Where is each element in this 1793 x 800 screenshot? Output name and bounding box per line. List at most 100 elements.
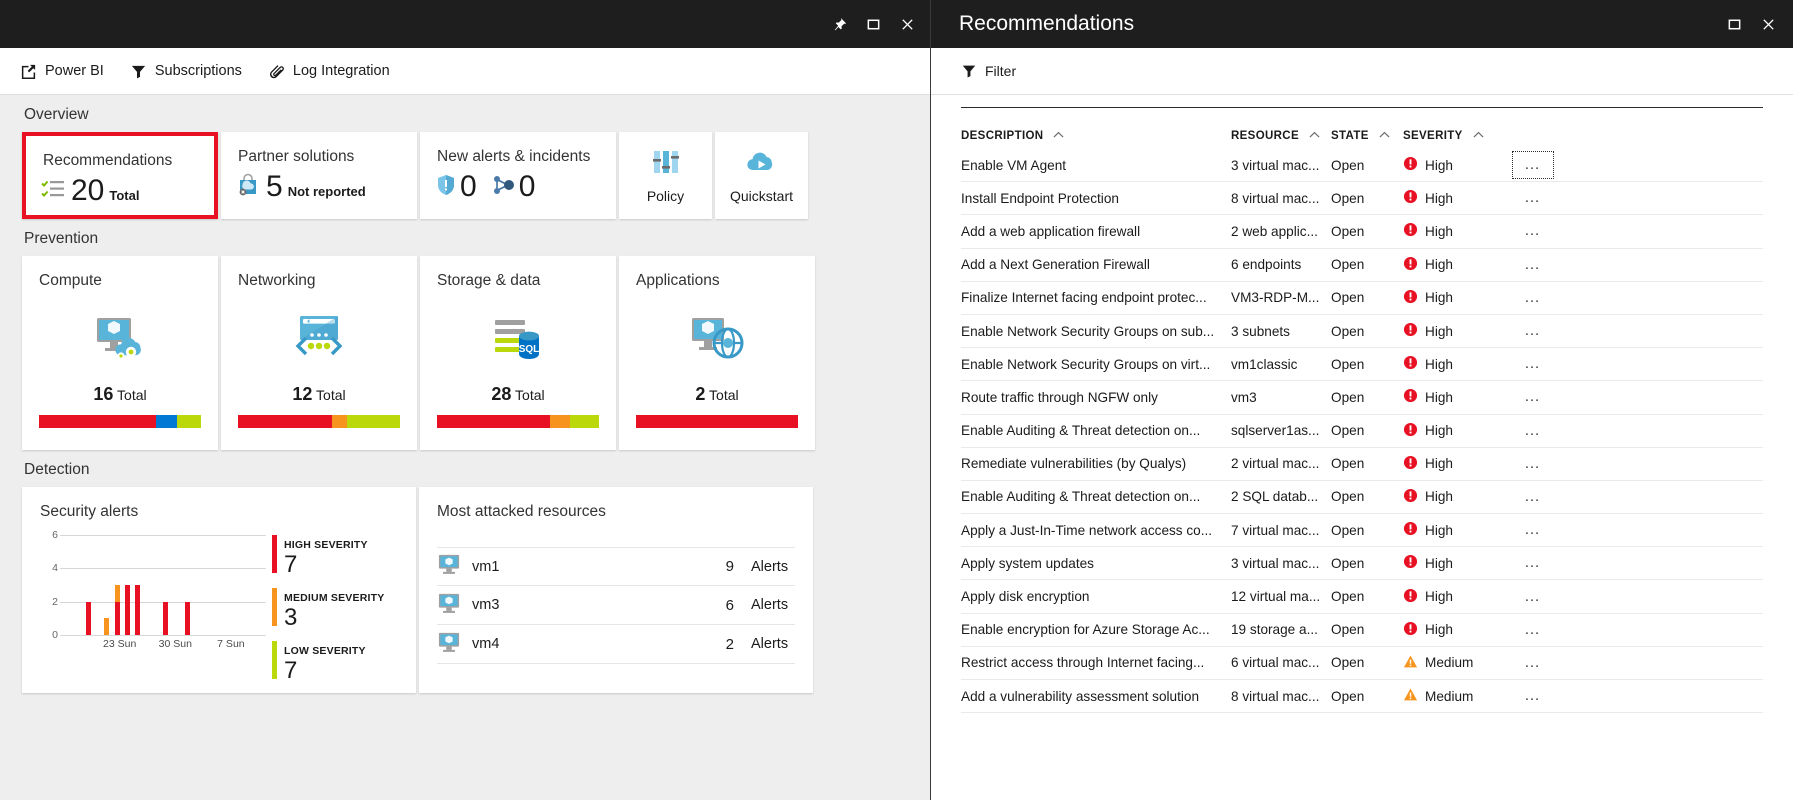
cell-state: Open xyxy=(1331,489,1403,504)
recommendations-table: DESCRIPTION RESOURCE STATE SEVERITY Enab… xyxy=(931,95,1793,800)
incidents-value: 0 xyxy=(519,172,536,202)
alerts-legend: HIGH SEVERITY7 MEDIUM SEVERITY3 LOW SEVE… xyxy=(268,487,398,693)
table-row[interactable]: Add a web application firewall2 web appl… xyxy=(961,215,1763,248)
row-actions-cell: … xyxy=(1513,324,1553,338)
table-row[interactable]: Apply disk encryption12 virtual ma...Ope… xyxy=(961,580,1763,613)
column-header-state[interactable]: STATE xyxy=(1331,130,1403,142)
log-integration-button[interactable]: Log Integration xyxy=(268,63,390,80)
table-row[interactable]: Route traffic through NGFW onlyvm3OpenHi… xyxy=(961,381,1763,414)
tile-partner-solutions[interactable]: Partner solutions 5 Not reported xyxy=(221,132,417,219)
cell-description: Enable Network Security Groups on sub... xyxy=(961,324,1231,339)
cell-state: Open xyxy=(1331,523,1403,538)
incident-graph-icon xyxy=(491,173,517,202)
row-context-menu-button[interactable]: … xyxy=(1513,224,1553,238)
row-context-menu-button[interactable]: … xyxy=(1513,357,1553,371)
close-icon[interactable] xyxy=(890,7,924,41)
row-context-menu-button[interactable]: … xyxy=(1513,457,1553,471)
pin-icon[interactable] xyxy=(822,7,856,41)
attacked-resource-row[interactable]: vm42Alerts xyxy=(437,625,795,664)
cell-state: Open xyxy=(1331,556,1403,571)
row-context-menu-button[interactable]: … xyxy=(1513,191,1553,205)
tile-policy[interactable]: Policy xyxy=(619,132,712,219)
cell-resource: 3 virtual mac... xyxy=(1231,158,1331,173)
column-header-description[interactable]: DESCRIPTION xyxy=(961,130,1231,142)
partner-solutions-metric: 5 Not reported xyxy=(221,166,417,203)
row-context-menu-button[interactable]: … xyxy=(1513,656,1553,670)
row-context-menu-button[interactable]: … xyxy=(1513,258,1553,272)
tile-quickstart[interactable]: Quickstart xyxy=(715,132,808,219)
row-context-menu-button[interactable]: … xyxy=(1513,490,1553,504)
row-context-menu-button[interactable]: … xyxy=(1513,152,1553,178)
checklist-icon xyxy=(40,176,66,207)
cell-description: Remediate vulnerabilities (by Qualys) xyxy=(961,456,1231,471)
table-row[interactable]: Add a Next Generation Firewall6 endpoint… xyxy=(961,249,1763,282)
attacked-resource-row[interactable]: vm36Alerts xyxy=(437,586,795,625)
xaxis-tick-label: 30 Sun xyxy=(159,638,192,650)
cell-resource: 19 storage a... xyxy=(1231,622,1331,637)
tile-networking[interactable]: Networking 12 Total xyxy=(221,256,417,450)
row-context-menu-button[interactable]: … xyxy=(1513,424,1553,438)
column-header-severity[interactable]: SEVERITY xyxy=(1403,130,1513,142)
row-context-menu-button[interactable]: … xyxy=(1513,523,1553,537)
table-row[interactable]: Enable Auditing & Threat detection on...… xyxy=(961,481,1763,514)
row-context-menu-button[interactable]: … xyxy=(1513,291,1553,305)
maximize-icon[interactable] xyxy=(1717,7,1751,41)
compute-title: Compute xyxy=(22,256,218,290)
cell-state: Open xyxy=(1331,257,1403,272)
tile-security-alerts[interactable]: Security alerts 6 4 2 0 23 Sun30 Sun7 Su… xyxy=(22,487,416,693)
table-row[interactable]: Install Endpoint Protection8 virtual mac… xyxy=(961,182,1763,215)
table-row[interactable]: Apply system updates3 virtual mac...Open… xyxy=(961,547,1763,580)
table-row[interactable]: Restrict access through Internet facing.… xyxy=(961,647,1763,680)
filter-button[interactable]: Filter xyxy=(961,63,1016,79)
row-actions-cell: … xyxy=(1513,258,1553,272)
tile-most-attacked-resources[interactable]: Most attacked resources vm19Alertsvm36Al… xyxy=(419,487,813,693)
attacked-resource-name: vm4 xyxy=(472,636,715,652)
vm-icon xyxy=(437,592,461,619)
tile-new-alerts-incidents[interactable]: New alerts & incidents 0 0 xyxy=(420,132,616,219)
detection-tiles-row: Security alerts 6 4 2 0 23 Sun30 Sun7 Su… xyxy=(22,487,908,693)
row-context-menu-button[interactable]: … xyxy=(1513,556,1553,570)
power-bi-button[interactable]: Power BI xyxy=(20,63,104,80)
azure-security-center-page: Power BI Subscriptions Log Integration O… xyxy=(0,0,1793,800)
row-actions-cell: … xyxy=(1513,656,1553,670)
column-header-resource[interactable]: RESOURCE xyxy=(1231,130,1331,142)
severity-high-icon xyxy=(1403,322,1418,340)
table-row[interactable]: Enable encryption for Azure Storage Ac..… xyxy=(961,614,1763,647)
table-row[interactable]: Enable Network Security Groups on virt..… xyxy=(961,348,1763,381)
cell-state: Open xyxy=(1331,324,1403,339)
table-row[interactable]: Enable VM Agent3 virtual mac...OpenHigh… xyxy=(961,149,1763,182)
row-context-menu-button[interactable]: … xyxy=(1513,623,1553,637)
subscriptions-button[interactable]: Subscriptions xyxy=(130,63,242,80)
table-row[interactable]: Add a vulnerability assessment solution8… xyxy=(961,680,1763,713)
cell-description: Enable Auditing & Threat detection on... xyxy=(961,423,1231,438)
cell-description: Enable encryption for Azure Storage Ac..… xyxy=(961,622,1231,637)
table-row[interactable]: Remediate vulnerabilities (by Qualys)2 v… xyxy=(961,448,1763,481)
attacked-resource-row[interactable]: vm19Alerts xyxy=(437,547,795,586)
row-context-menu-button[interactable]: … xyxy=(1513,590,1553,604)
row-actions-cell: … xyxy=(1513,224,1553,238)
cell-severity: High xyxy=(1403,222,1513,240)
ytick-0: 0 xyxy=(40,629,58,641)
row-context-menu-button[interactable]: … xyxy=(1513,390,1553,404)
close-icon[interactable] xyxy=(1751,7,1785,41)
table-row[interactable]: Finalize Internet facing endpoint protec… xyxy=(961,282,1763,315)
row-context-menu-button[interactable]: … xyxy=(1513,689,1553,703)
maximize-icon[interactable] xyxy=(856,7,890,41)
vm-icon xyxy=(437,631,461,658)
row-context-menu-button[interactable]: … xyxy=(1513,324,1553,338)
attacked-resource-count: 2 xyxy=(726,636,734,653)
table-row[interactable]: Enable Network Security Groups on sub...… xyxy=(961,315,1763,348)
table-row[interactable]: Enable Auditing & Threat detection on...… xyxy=(961,415,1763,448)
tile-storage-data[interactable]: Storage & data SQL 28 Total xyxy=(420,256,616,450)
compute-vm-cloud-icon xyxy=(22,290,218,384)
table-row[interactable]: Apply a Just-In-Time network access co..… xyxy=(961,514,1763,547)
medium-severity-label: MEDIUM SEVERITY xyxy=(284,592,384,604)
recommendations-titlebar: Recommendations xyxy=(931,0,1793,48)
severity-high-icon xyxy=(1403,488,1418,506)
compute-total: 16 Total xyxy=(22,384,218,415)
severity-high-icon xyxy=(1403,189,1418,207)
attacked-resource-name: vm3 xyxy=(472,597,715,613)
tile-compute[interactable]: Compute 16 Total xyxy=(22,256,218,450)
tile-recommendations[interactable]: Recommendations 20 Total xyxy=(22,132,218,219)
tile-applications[interactable]: Applications 2 Total xyxy=(619,256,815,450)
